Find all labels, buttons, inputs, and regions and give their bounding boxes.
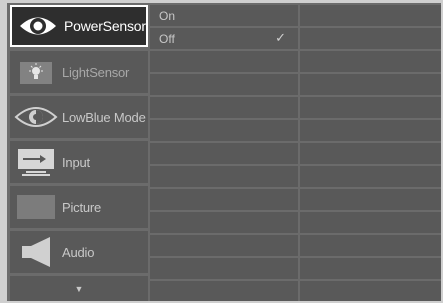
menu-item-input[interactable]: Input bbox=[10, 141, 148, 183]
empty-cell bbox=[150, 166, 298, 187]
empty-cell bbox=[150, 212, 298, 233]
empty-cell bbox=[300, 143, 441, 164]
menu-item-powersensor[interactable]: PowerSensor bbox=[10, 5, 148, 47]
checkmark-icon: ✓ bbox=[275, 30, 286, 45]
empty-cell bbox=[300, 166, 441, 187]
submenu-option-label: On bbox=[159, 8, 176, 23]
lowblue-eye-icon bbox=[10, 96, 62, 138]
empty-cell bbox=[150, 235, 298, 256]
empty-cell bbox=[150, 258, 298, 279]
empty-cell bbox=[300, 235, 441, 256]
speaker-icon bbox=[10, 231, 62, 273]
empty-cell bbox=[150, 120, 298, 141]
menu-item-picture[interactable]: Picture bbox=[10, 186, 148, 228]
empty-cell bbox=[300, 28, 441, 49]
submenu-option-1[interactable]: Off ✓ bbox=[150, 28, 298, 49]
empty-cell bbox=[300, 189, 441, 210]
chevron-down-icon: ▼ bbox=[74, 283, 84, 294]
light-bulb-icon bbox=[10, 51, 62, 93]
menu-item-lowblue-mode[interactable]: LowBlue Mode bbox=[10, 96, 148, 138]
empty-cell bbox=[300, 97, 441, 118]
menu-item-label: Input bbox=[62, 154, 90, 170]
eye-icon bbox=[12, 5, 64, 47]
menu-item-label: LightSensor bbox=[62, 64, 130, 80]
scroll-down-indicator[interactable]: ▼ bbox=[10, 276, 148, 301]
menu-item-audio[interactable]: Audio bbox=[10, 231, 148, 273]
empty-cell bbox=[150, 143, 298, 164]
input-arrow-icon bbox=[10, 141, 62, 183]
empty-cell bbox=[300, 5, 441, 26]
empty-cell bbox=[300, 51, 441, 72]
menu-item-lightsensor[interactable]: LightSensor bbox=[10, 51, 148, 93]
empty-cell bbox=[300, 212, 441, 233]
empty-cell bbox=[300, 74, 441, 95]
menu-item-label: Audio bbox=[62, 244, 95, 260]
empty-cell bbox=[300, 120, 441, 141]
submenu-option-label: Off bbox=[159, 31, 175, 46]
menu-item-label: Picture bbox=[62, 199, 102, 215]
picture-icon bbox=[10, 186, 62, 228]
menu-item-label: LowBlue Mode bbox=[62, 109, 146, 125]
empty-cell bbox=[150, 97, 298, 118]
empty-cell bbox=[300, 258, 441, 279]
empty-cell bbox=[150, 51, 298, 72]
submenu-option-0[interactable]: On bbox=[150, 5, 298, 26]
detail-column bbox=[300, 3, 441, 301]
menu-item-label: PowerSensor bbox=[64, 18, 146, 34]
empty-cell bbox=[150, 281, 298, 301]
empty-cell bbox=[150, 74, 298, 95]
empty-cell bbox=[150, 189, 298, 210]
empty-cell bbox=[300, 281, 441, 301]
osd-menu-panel: PowerSensor LightSensor LowBlue Mode Inp… bbox=[7, 3, 441, 301]
submenu-column: On Off ✓ bbox=[150, 3, 298, 301]
